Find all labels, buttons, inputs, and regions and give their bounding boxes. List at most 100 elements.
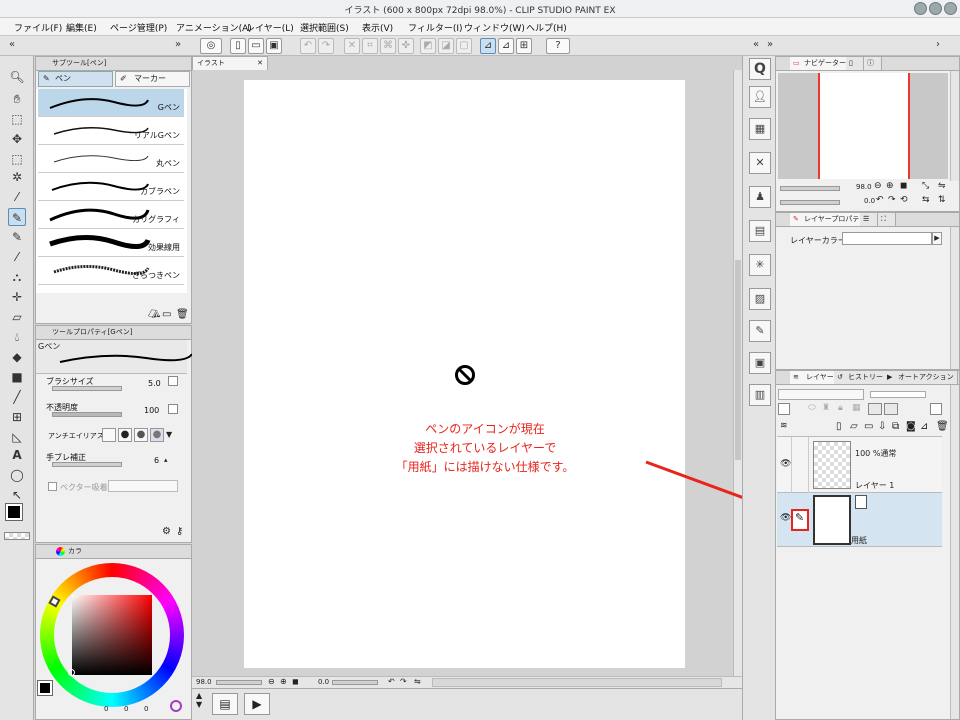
- material-image-icon[interactable]: ▨: [749, 288, 771, 310]
- navigator-fit-icon[interactable]: ◼: [900, 181, 907, 191]
- layer-panel-scrollbar[interactable]: [950, 385, 959, 719]
- material-tone-icon[interactable]: ▦: [749, 118, 771, 140]
- snap-ruler-icon[interactable]: ⊿: [480, 38, 496, 54]
- sv-marker[interactable]: [68, 669, 75, 676]
- merge-layer-icon[interactable]: ⧉: [892, 421, 899, 432]
- layer-search-tab[interactable]: ☰: [860, 213, 878, 226]
- clip-studio-icon[interactable]: ◎: [200, 38, 222, 54]
- selection-crop-icon[interactable]: ⌘: [380, 38, 396, 54]
- rotate-left-icon[interactable]: ↶: [388, 677, 395, 686]
- sub-view-tab[interactable]: ▯: [846, 57, 864, 70]
- selection-tool-icon[interactable]: ⬚: [8, 150, 26, 168]
- vector-snap-checkbox[interactable]: [48, 482, 57, 491]
- brush-size-slider[interactable]: [52, 386, 122, 391]
- material-layers-icon[interactable]: ▥: [749, 384, 771, 406]
- menu-layer[interactable]: レイヤー(L): [246, 21, 294, 34]
- selection-clear-icon[interactable]: ✕: [344, 38, 360, 54]
- navigator-tab[interactable]: ▭ ナビゲーター: [790, 57, 850, 70]
- color-tab-label[interactable]: カラ: [68, 545, 82, 558]
- menu-animation[interactable]: アニメーション(A): [176, 21, 252, 34]
- antialias-dropdown-icon[interactable]: ▼: [166, 430, 172, 439]
- airbrush-tool-icon[interactable]: ⛬: [8, 268, 26, 286]
- fill-icon[interactable]: ◩: [420, 38, 436, 54]
- fit-icon[interactable]: ◼: [292, 677, 299, 686]
- navigator-zoom-slider[interactable]: [780, 186, 840, 191]
- zoom-in-icon[interactable]: ⊕: [280, 677, 287, 686]
- main-color-swatch[interactable]: [5, 503, 23, 521]
- subtool-delete-icon[interactable]: 🗑︎: [176, 309, 189, 320]
- layer-tab[interactable]: ≋ レイヤー: [790, 371, 838, 384]
- navigator-flip-h-icon[interactable]: ⇆: [922, 195, 930, 205]
- timeline-scroll-icon[interactable]: ▲ ▼: [196, 691, 202, 709]
- new-file-icon[interactable]: ▯: [230, 38, 246, 54]
- angle-slider[interactable]: [332, 680, 378, 685]
- material-people-icon[interactable]: 👤︎: [749, 86, 771, 108]
- subtool-tab-marker[interactable]: ✐ マーカー: [115, 71, 190, 87]
- ruler-tool-icon[interactable]: ◺: [8, 428, 26, 446]
- layer-color-menu-icon[interactable]: [778, 403, 790, 415]
- clip-studio-q-icon[interactable]: Q: [749, 58, 771, 80]
- text-tool-icon[interactable]: A: [8, 446, 26, 464]
- brush-item-effect-line[interactable]: 効果線用: [38, 229, 184, 257]
- menu-view[interactable]: 表示(V): [362, 21, 393, 34]
- rotate-right-icon[interactable]: ↷: [400, 677, 407, 686]
- layer-color-arrow-icon[interactable]: ▶: [932, 232, 942, 245]
- selection-invert-icon[interactable]: ✜: [398, 38, 414, 54]
- delete-layer-icon[interactable]: 🗑︎: [936, 421, 949, 432]
- fill-tool-icon[interactable]: ◆: [8, 348, 26, 366]
- paper-visibility-icon[interactable]: 👁︎: [780, 513, 791, 523]
- opacity-slider[interactable]: [52, 412, 122, 417]
- snap-special-ruler-icon[interactable]: ⊿: [498, 38, 514, 54]
- navigator-zoom-out-icon[interactable]: ⊖: [874, 181, 882, 191]
- navigator-preview[interactable]: [778, 73, 948, 179]
- move-tool-icon[interactable]: ✥: [8, 130, 26, 148]
- stabilization-menu-icon[interactable]: ▴: [164, 456, 168, 464]
- hand-tool-icon[interactable]: ✋︎: [8, 90, 26, 108]
- correct-line-tool-icon[interactable]: ↖: [8, 486, 26, 504]
- blend-mode-select[interactable]: [778, 389, 864, 400]
- antialias-strong-icon[interactable]: ●: [150, 428, 164, 442]
- color-main-swatch[interactable]: [37, 680, 53, 696]
- new-illustration-icon[interactable]: ▤: [212, 693, 238, 715]
- clear-outside-icon[interactable]: ▢: [456, 38, 472, 54]
- layer1-visibility-icon[interactable]: 👁︎: [780, 459, 791, 469]
- navigator-rotate-left-icon[interactable]: ↶: [876, 195, 884, 205]
- redo-icon[interactable]: ↷: [318, 38, 334, 54]
- brush-item-gpen[interactable]: Gペン: [38, 89, 184, 117]
- navigator-angle-value[interactable]: 0.0: [864, 197, 875, 205]
- navigator-angle-slider[interactable]: [780, 200, 840, 205]
- zoom-slider[interactable]: [216, 680, 262, 685]
- navigator-flip-icon[interactable]: ⇋: [938, 181, 946, 191]
- decoration-tool-icon[interactable]: ✛: [8, 288, 26, 306]
- subtool-tab-pen[interactable]: ✎ ペン: [38, 71, 113, 87]
- subtool-copy-icon[interactable]: ▭: [162, 309, 171, 320]
- new-raster-layer-icon[interactable]: ▯: [836, 421, 842, 432]
- layer-row-layer1[interactable]: 👁︎ 100 %通常 レイヤー 1: [777, 436, 942, 493]
- color-wheel-icon[interactable]: [56, 547, 65, 556]
- antialias-none-icon[interactable]: [102, 428, 116, 442]
- navigator-fit-window-icon[interactable]: ⤡: [922, 181, 929, 191]
- layer-row-paper[interactable]: 👁︎ ✎ 用紙: [777, 493, 942, 547]
- layer-extra-icon[interactable]: [930, 403, 942, 415]
- layer-panel-menu-icon[interactable]: ≋: [780, 421, 788, 431]
- material-pen-icon[interactable]: ✎: [749, 320, 771, 342]
- flip-icon[interactable]: ⇋: [414, 677, 421, 686]
- menu-edit[interactable]: 編集(E): [66, 21, 97, 34]
- subtool-settings-icon[interactable]: ⛺︎: [148, 309, 161, 320]
- minimize-button[interactable]: [914, 2, 927, 15]
- expand-right-icon[interactable]: »: [762, 38, 778, 54]
- material-3d-icon[interactable]: ♟: [749, 186, 771, 208]
- material-effect-icon[interactable]: ✳: [749, 254, 771, 276]
- layer-ruler-icon[interactable]: ⊿: [920, 421, 928, 432]
- layer-property-scrollbar[interactable]: [950, 227, 959, 369]
- layer-mask-show-icon[interactable]: [884, 403, 898, 415]
- maximize-button[interactable]: [929, 2, 942, 15]
- menu-filter[interactable]: フィルター(I): [408, 21, 463, 34]
- blend-tool-icon[interactable]: 💧︎: [8, 328, 26, 346]
- collapse-right-icon[interactable]: »: [170, 38, 186, 54]
- stabilization-value[interactable]: 6: [154, 456, 159, 465]
- close-button[interactable]: [944, 2, 957, 15]
- navigator-zoom-in-icon[interactable]: ⊕: [886, 181, 894, 191]
- zoom-tool-icon[interactable]: 🔍︎: [8, 68, 26, 86]
- tool-property-reset-icon[interactable]: ⚷: [176, 526, 183, 537]
